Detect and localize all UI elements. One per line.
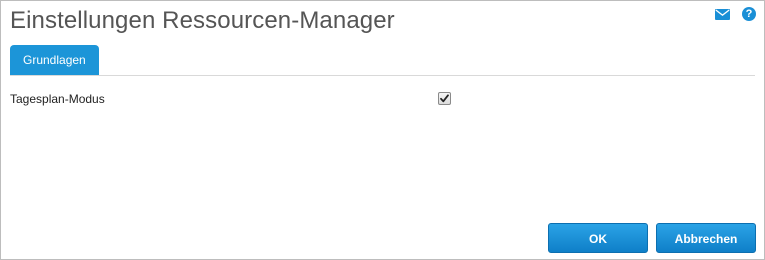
settings-dialog: Einstellungen Ressourcen-Manager ? Grund…	[0, 0, 765, 260]
tab-grundlagen[interactable]: Grundlagen	[10, 45, 99, 75]
ok-button[interactable]: OK	[548, 223, 648, 253]
cancel-button[interactable]: Abbrechen	[656, 223, 756, 253]
tab-bar: Grundlagen	[10, 45, 755, 76]
setting-row-daily-plan-mode: Tagesplan-Modus	[10, 91, 460, 107]
footer-buttons: OK Abbrechen	[548, 223, 756, 253]
mail-icon[interactable]	[715, 8, 730, 20]
checkmark-icon	[440, 94, 449, 103]
help-icon[interactable]: ?	[742, 7, 756, 21]
header-icon-group: ?	[715, 7, 756, 21]
daily-plan-mode-label: Tagesplan-Modus	[10, 92, 105, 106]
dialog-title: Einstellungen Ressourcen-Manager	[10, 7, 395, 34]
daily-plan-mode-checkbox[interactable]	[438, 92, 451, 105]
